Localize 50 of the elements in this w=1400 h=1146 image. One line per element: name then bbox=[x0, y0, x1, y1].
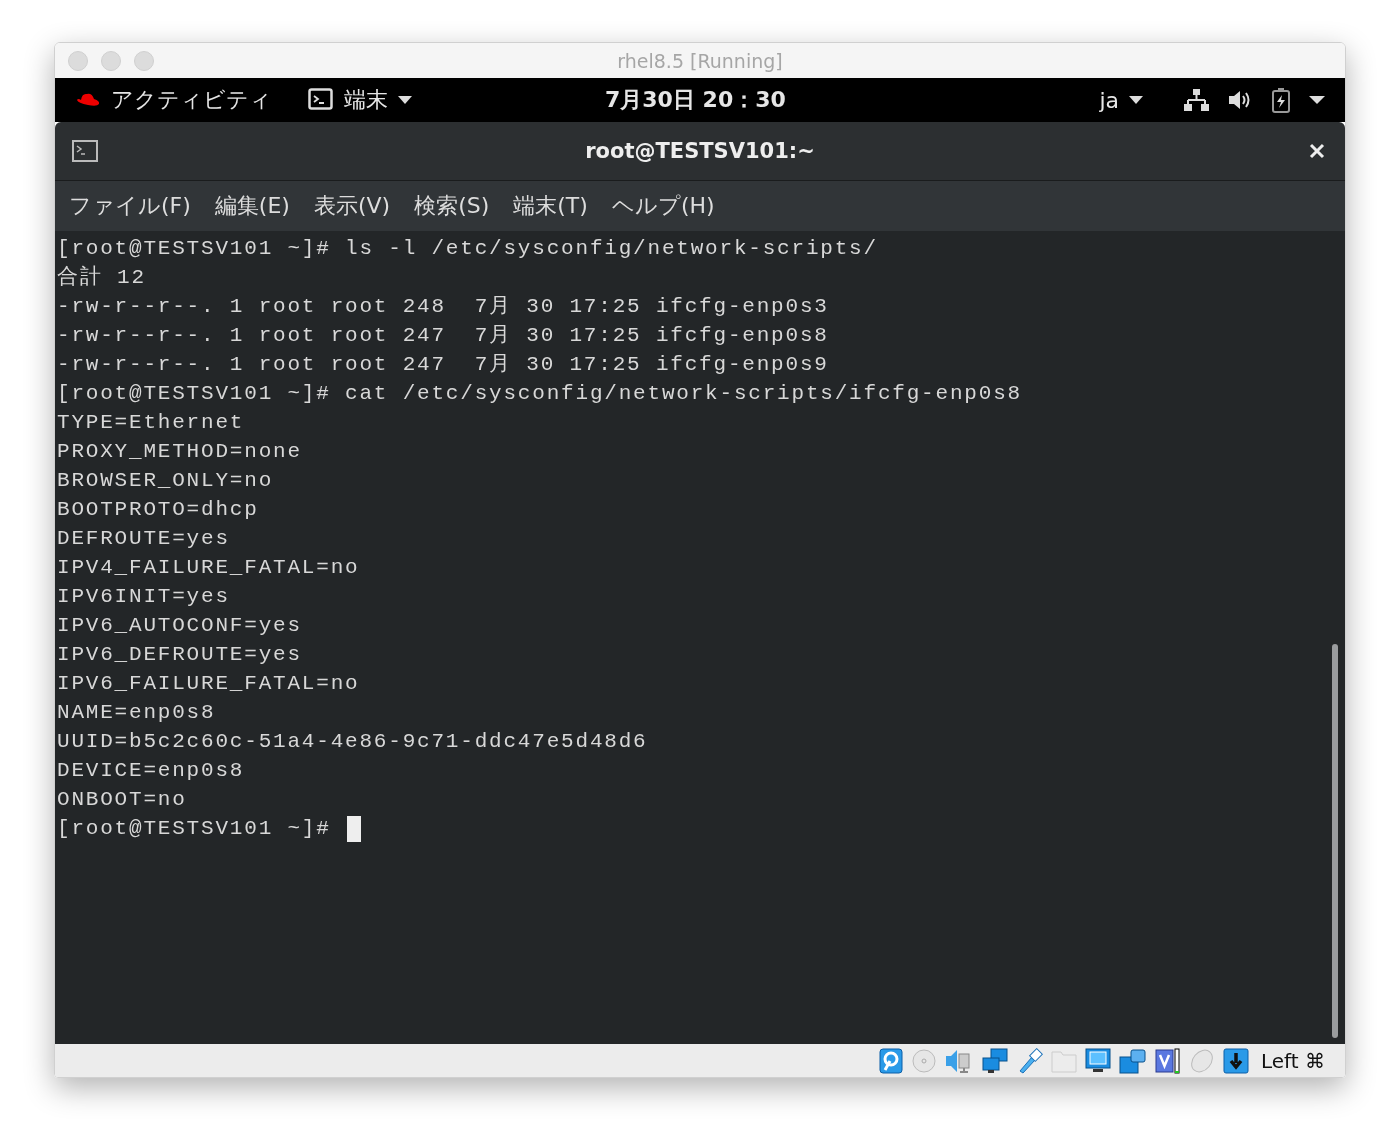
menu-item[interactable]: 表示(V) bbox=[313, 191, 391, 221]
menu-item[interactable]: ヘルプ(H) bbox=[611, 191, 715, 221]
text-cursor bbox=[346, 815, 361, 842]
terminal-line: IPV4_FAILURE_FATAL=no bbox=[57, 555, 361, 581]
input-method-menu[interactable]: ja bbox=[1099, 87, 1143, 113]
download-icon[interactable] bbox=[1223, 1047, 1249, 1074]
terminal-line: IPV6_DEFROUTE=yes bbox=[57, 642, 303, 668]
close-icon[interactable] bbox=[1309, 143, 1325, 159]
terminal-line: -rw-r--r--. 1 root root 248 7月 30 17:25 ifcfg-enp0s3 bbox=[57, 294, 830, 320]
terminal-line: IPV6_FAILURE_FATAL=no bbox=[57, 671, 361, 697]
caret-icon bbox=[1129, 96, 1143, 104]
terminal-line: BOOTPROTO=dhcp bbox=[57, 497, 260, 523]
terminal-title: root@TESTSV101:~ bbox=[585, 139, 815, 163]
activities-button[interactable]: アクティビティ bbox=[111, 85, 272, 115]
terminal-line: PROXY_METHOD=none bbox=[57, 439, 303, 465]
caret-icon bbox=[1309, 96, 1325, 104]
app-menu[interactable]: 端末 bbox=[308, 85, 412, 115]
window-title: rhel8.5 [Running] bbox=[617, 49, 783, 72]
terminal-line: BROWSER_ONLY=no bbox=[57, 468, 275, 494]
terminal-line: 合計 12 bbox=[57, 264, 147, 291]
terminal-icon bbox=[72, 140, 98, 162]
terminal-line: IPV6_AUTOCONF=yes bbox=[57, 613, 303, 639]
battery-icon bbox=[1271, 87, 1291, 113]
scrollbar-thumb[interactable] bbox=[1332, 644, 1338, 1038]
terminal-line: DEFROUTE=yes bbox=[57, 526, 231, 552]
terminal-line: TYPE=Ethernet bbox=[57, 410, 246, 436]
terminal-line: [root@TESTSV101 ~]# cat /etc/sysconfig/network-scripts/ifcfg-enp0s8 bbox=[57, 381, 1023, 407]
host-key-label: Left ⌘ bbox=[1261, 1048, 1325, 1073]
terminal-line: [root@TESTSV101 ~]# ls -l /etc/sysconfig/network-scripts/ bbox=[57, 236, 879, 262]
display-icon[interactable] bbox=[1085, 1047, 1111, 1074]
video-capture-icon[interactable] bbox=[1119, 1047, 1147, 1074]
system-menu[interactable] bbox=[1183, 87, 1325, 113]
network-icon bbox=[1183, 88, 1209, 112]
terminal-line: ONBOOT=no bbox=[57, 787, 188, 813]
menu-item[interactable]: 検索(S) bbox=[414, 191, 490, 221]
caret-icon bbox=[398, 96, 412, 104]
terminal-line: -rw-r--r--. 1 root root 247 7月 30 17:25 ifcfg-enp0s8 bbox=[57, 323, 830, 349]
terminal-line: DEVICE=enp0s8 bbox=[57, 758, 246, 784]
terminal-line: -rw-r--r--. 1 root root 247 7月 30 17:25 ifcfg-enp0s9 bbox=[57, 352, 830, 378]
clock[interactable]: 7月30日 20：30 bbox=[605, 85, 786, 115]
network-icon[interactable] bbox=[981, 1047, 1009, 1074]
hat-icon bbox=[75, 91, 101, 109]
menu-item[interactable]: 編集(E) bbox=[214, 191, 290, 221]
terminal-line: UUID=b5c2c60c-51a4-4e86-9c71-ddc47e5d48d6 bbox=[57, 729, 649, 755]
menu-item[interactable]: ファイル(F) bbox=[69, 191, 191, 221]
menu-item[interactable]: 端末(T) bbox=[513, 191, 588, 221]
prompt: [root@TESTSV101 ~]# bbox=[57, 816, 331, 842]
terminal-line: NAME=enp0s8 bbox=[57, 700, 217, 726]
terminal-line: IPV6INIT=yes bbox=[57, 584, 231, 610]
terminal-icon bbox=[308, 88, 334, 112]
